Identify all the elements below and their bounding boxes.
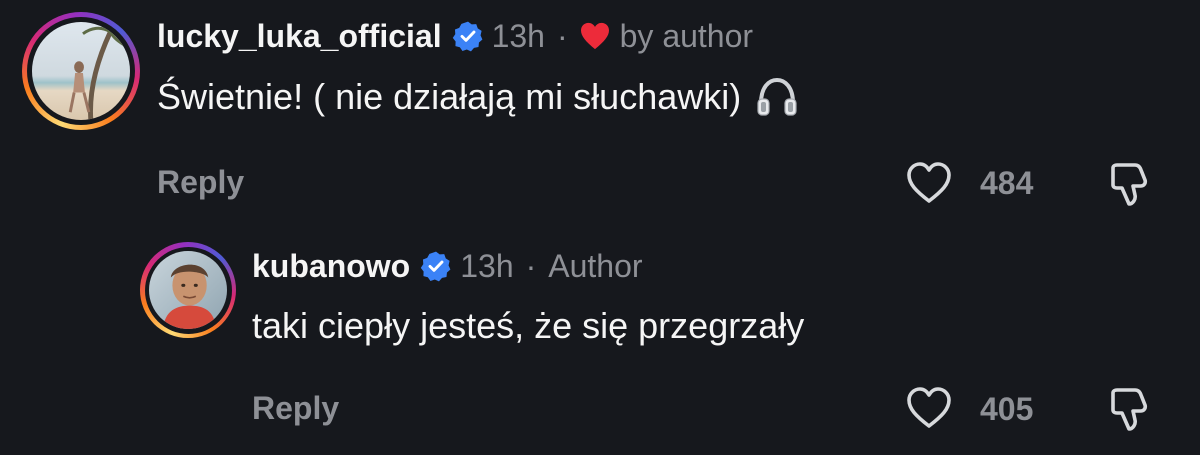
avatar-image: [149, 251, 227, 329]
comment-text: Świetnie! ( nie działają mi słuchawki): [157, 76, 742, 117]
comment-time: 13h: [460, 248, 514, 284]
avatar[interactable]: [140, 242, 236, 338]
separator-dot: ·: [525, 248, 537, 284]
avatar-image: [32, 22, 130, 120]
separator-dot: ·: [556, 18, 568, 54]
like-count: 484: [980, 165, 1034, 201]
dislike-icon[interactable]: [1108, 162, 1150, 208]
reply-button[interactable]: Reply: [157, 164, 244, 201]
comment-header: lucky_luka_official 13h · by author: [157, 16, 753, 56]
dislike-icon[interactable]: [1108, 387, 1150, 433]
comment: lucky_luka_official 13h · by author Świe…: [0, 0, 1200, 230]
verified-badge-icon: [452, 21, 482, 52]
username[interactable]: kubanowo: [252, 246, 410, 286]
heart-outline-icon[interactable]: [906, 386, 952, 430]
comment-text: taki ciepły jesteś, że się przegrzały: [252, 305, 805, 346]
like-count: 405: [980, 391, 1034, 427]
verified-badge-icon: [421, 251, 451, 282]
comment-time: 13h: [491, 18, 545, 54]
avatar[interactable]: [22, 12, 140, 130]
heart-filled-icon: [580, 22, 609, 50]
heart-outline-icon[interactable]: [906, 161, 952, 205]
comment-header: kubanowo 13h · Author: [252, 246, 643, 286]
reply-comment: kubanowo 13h · Author taki ciepły jesteś…: [0, 230, 1200, 455]
author-label: Author: [548, 248, 643, 284]
comment-text-row: Świetnie! ( nie działają mi słuchawki): [157, 75, 799, 119]
username[interactable]: lucky_luka_official: [157, 16, 442, 56]
liked-by-author-label: by author: [619, 18, 754, 54]
reply-button[interactable]: Reply: [252, 390, 339, 427]
headphones-icon: [757, 77, 797, 116]
comment-text-row: taki ciepły jesteś, że się przegrzały: [252, 304, 804, 348]
